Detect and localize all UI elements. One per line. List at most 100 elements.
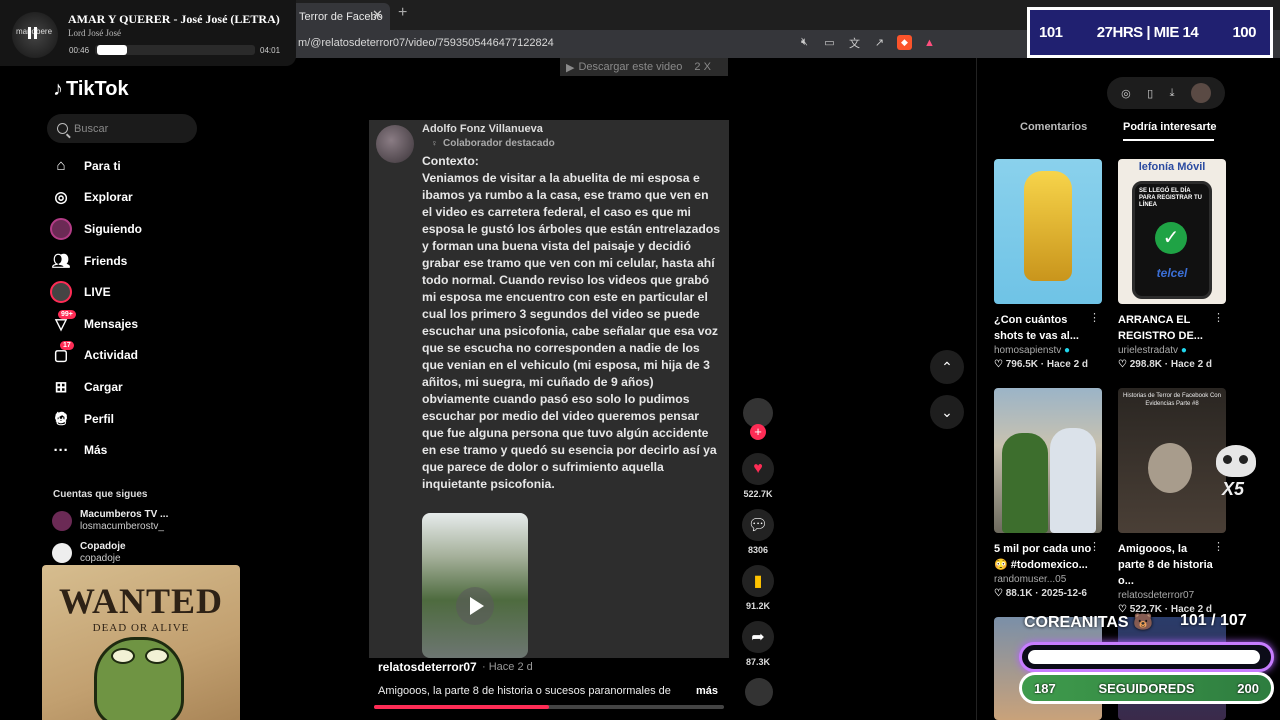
save-count: 91.2K xyxy=(745,601,771,611)
comment-text: Contexto: Veniamos de visitar a la abuel… xyxy=(422,154,721,491)
sidebar-item-friends[interactable]: 👥︎ Friends xyxy=(50,245,250,277)
card-user: randomuser...05 xyxy=(994,574,1067,585)
video-player[interactable]: Adolfo Fonz Villanueva ♀ Colaborador des… xyxy=(369,120,729,658)
account-name: Macumberos TV ... xyxy=(80,509,169,520)
sidebar-item-live[interactable]: LIVE xyxy=(50,276,250,308)
card-img-text: SE LLEGÓ EL DÍA PARA REGISTRAR TU LÍNEA xyxy=(1139,188,1202,208)
music-disc-icon[interactable] xyxy=(745,678,773,706)
close-tab-icon[interactable]: ✕ xyxy=(372,7,383,23)
cast-icon[interactable]: ▭ xyxy=(822,35,837,50)
card-more-icon[interactable]: ⋮ xyxy=(1213,311,1224,324)
video-username[interactable]: relatosdeterror07 xyxy=(378,660,477,674)
recommended-video-card[interactable]: ⋮ ¿Con cuántos shots te vas al... homosa… xyxy=(994,159,1102,370)
pause-icon[interactable] xyxy=(28,27,37,39)
followed-account[interactable]: Macumberos TV ... losmacumberostv_ xyxy=(52,509,168,533)
message-badge: 99+ xyxy=(58,309,76,319)
sidebar-item-mensajes[interactable]: ▽ 99+ Mensajes xyxy=(50,308,250,340)
bookmark-icon[interactable]: ▮ xyxy=(742,565,774,597)
share-arrow-icon[interactable]: ➦ xyxy=(742,621,774,653)
followers-goal: 200 xyxy=(1237,680,1259,696)
tiktok-logo[interactable]: ♪ TikTok xyxy=(53,78,129,101)
card-views: 298.8K xyxy=(1129,359,1162,370)
more-icon: ··· xyxy=(53,441,69,459)
coreanitas-count: 101 / 107 xyxy=(1180,612,1247,629)
followed-account[interactable]: Copadoje copadoje xyxy=(52,541,126,565)
heart-icon[interactable]: ♥ xyxy=(742,453,774,485)
download-icon[interactable]: ⤓ xyxy=(1170,87,1175,100)
follow-plus-icon[interactable]: + xyxy=(750,424,766,440)
recommended-video-card[interactable]: lefonía Móvil SE LLEGÓ EL DÍA PARA REGIS… xyxy=(1118,159,1226,370)
tab-podria-interesarte[interactable]: Podría interesarte xyxy=(1123,121,1217,133)
mute-icon[interactable]: 🔇︎ xyxy=(797,35,812,50)
next-video-chevron-down-icon[interactable]: ⌄ xyxy=(930,395,964,429)
comment-icon[interactable]: 💬︎ xyxy=(742,509,774,541)
rewards-icon[interactable]: ▲ xyxy=(922,35,937,50)
compass-icon: ◎ xyxy=(54,189,68,207)
card-more-icon[interactable]: ⋮ xyxy=(1089,540,1100,553)
phone-icon[interactable]: ▯ xyxy=(1147,87,1153,100)
play-icon[interactable] xyxy=(456,587,494,625)
activity-badge: 17 xyxy=(60,341,74,351)
url-text[interactable]: m/@relatosdeterror07/video/7593505446477… xyxy=(298,37,554,49)
right-panel-divider xyxy=(976,58,977,720)
card-thumbnail[interactable] xyxy=(994,159,1102,304)
video-thumbnail[interactable] xyxy=(422,513,528,658)
card-more-icon[interactable]: ⋮ xyxy=(1089,311,1100,324)
followers-current: 187 xyxy=(1034,680,1056,696)
compass-small-icon[interactable]: ◎ xyxy=(1121,87,1131,100)
commenter-role: Colaborador destacado xyxy=(443,138,555,149)
save-action[interactable]: ▮ 91.2K xyxy=(740,565,776,611)
recommended-video-card[interactable]: ⋮ 5 mil por cada uno 😳 #todomexico... ra… xyxy=(994,388,1102,599)
brave-shield-icon[interactable]: ◆ xyxy=(897,35,912,50)
share-icon[interactable]: ↗ xyxy=(872,35,887,50)
sidebar-item-mas[interactable]: ··· Más xyxy=(50,434,250,466)
card-more-icon[interactable]: ⋮ xyxy=(1213,540,1224,553)
previous-video-chevron-up-icon[interactable]: ⌃ xyxy=(930,350,964,384)
home-icon: ⌂ xyxy=(56,157,66,175)
sidebar-item-cargar[interactable]: ⊞ Cargar xyxy=(50,371,250,403)
download-video-bar[interactable]: ▶ Descargar este video 2 X xyxy=(560,58,728,76)
tiktok-note-icon: ♪ xyxy=(53,78,63,100)
comment-action[interactable]: 💬︎ 8306 xyxy=(740,509,776,555)
download-extra[interactable]: 2 X xyxy=(694,61,711,73)
inbox-icon: ▢ 17 xyxy=(50,341,74,366)
account-username: losmacumberostv_ xyxy=(80,521,164,532)
sidebar-nav: ⌂ Para ti ◎ Explorar Siguiendo 👥︎ Friend… xyxy=(50,150,250,466)
verified-icon: ● xyxy=(1180,345,1187,356)
search-input[interactable]: Buscar xyxy=(47,114,197,143)
sidebar-item-label: Friends xyxy=(84,253,128,268)
tab-comentarios[interactable]: Comentarios xyxy=(1020,121,1087,133)
multiplier-label: X5 xyxy=(1222,479,1245,499)
new-tab-icon[interactable]: + xyxy=(398,4,407,22)
right-panel-toolbar: ◎ ▯ ⤓ xyxy=(1107,77,1225,109)
sidebar-item-siguiendo[interactable]: Siguiendo xyxy=(50,213,250,245)
wanted-title: WANTED xyxy=(58,581,224,621)
like-action[interactable]: ♥ 522.7K xyxy=(740,453,776,499)
sidebar-item-label: LIVE xyxy=(84,285,111,300)
card-user: urielestradatv xyxy=(1118,345,1179,356)
card-img-text: Historias de Terror de Facebook Con Evid… xyxy=(1123,393,1221,407)
share-action[interactable]: ➦ 87.3K xyxy=(740,621,776,667)
sidebar-item-explorar[interactable]: ◎ Explorar xyxy=(50,182,250,214)
card-title: 5 mil por cada uno 😳 #todomexico... xyxy=(994,543,1092,571)
user-avatar[interactable] xyxy=(1190,83,1211,103)
sidebar-item-para-ti[interactable]: ⌂ Para ti xyxy=(50,150,250,182)
stat-right: 100 xyxy=(1232,24,1256,41)
person-left-icon xyxy=(1002,433,1048,533)
heart-small-icon: ♡ xyxy=(994,588,1003,599)
sidebar-item-label: Mensajes xyxy=(84,316,139,331)
profile-avatar-icon: 🧔︎ xyxy=(52,410,70,426)
card-thumbnail[interactable]: Historias de Terror de Facebook Con Evid… xyxy=(1118,388,1226,533)
address-bar-icons: 🔇︎ ▭ 文 ↗ ◆ ▲ xyxy=(797,35,937,50)
sidebar-item-actividad[interactable]: ▢ 17 Actividad xyxy=(50,340,250,372)
like-count: 522.7K xyxy=(743,489,773,499)
stream-stats-box: 101 27HRS | MIE 14 100 xyxy=(1027,7,1273,58)
translate-icon[interactable]: 文 xyxy=(847,35,862,50)
more-link[interactable]: más xyxy=(696,685,718,697)
card-thumbnail[interactable]: lefonía Móvil SE LLEGÓ EL DÍA PARA REGIS… xyxy=(1118,159,1226,304)
video-progress-fill xyxy=(374,705,549,709)
card-thumbnail[interactable] xyxy=(994,388,1102,533)
card-title: ARRANCA EL REGISTRO DE... xyxy=(1118,314,1203,342)
recommended-video-card[interactable]: Historias de Terror de Facebook Con Evid… xyxy=(1118,388,1226,615)
sidebar-item-perfil[interactable]: 🧔︎ Perfil xyxy=(50,403,250,435)
